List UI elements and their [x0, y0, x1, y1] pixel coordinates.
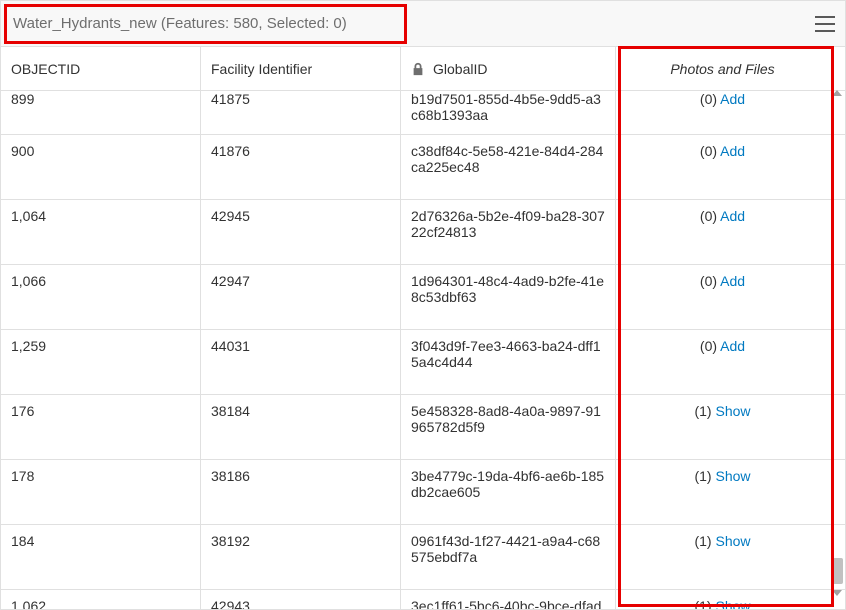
table-row[interactable]: 178381863be4779c-19da-4bf6-ae6b-185db2ca… [1, 460, 845, 525]
column-label: Facility Identifier [211, 61, 312, 77]
cell-objectid: 1,259 [1, 330, 201, 394]
menu-icon[interactable] [815, 16, 835, 32]
table-body: 89941875b19d7501-855d-4b5e-9dd5-a3c68b13… [1, 91, 845, 609]
cell-facility: 38186 [201, 460, 401, 524]
add-attachment-link[interactable]: Add [720, 143, 745, 159]
cell-facility: 42947 [201, 265, 401, 329]
cell-objectid: 900 [1, 135, 201, 199]
scrollbar[interactable] [830, 90, 844, 596]
table-row[interactable]: 1,259440313f043d9f-7ee3-4663-ba24-dff15a… [1, 330, 845, 395]
attachment-count: (1) [694, 533, 711, 549]
cell-photos: (0) Add [616, 265, 829, 329]
show-attachment-link[interactable]: Show [715, 598, 750, 609]
cell-photos: (1) Show [616, 525, 829, 589]
cell-photos: (0) Add [616, 91, 829, 134]
add-attachment-link[interactable]: Add [720, 91, 745, 107]
column-label: GlobalID [433, 61, 487, 77]
scroll-up-icon[interactable] [832, 90, 842, 96]
cell-objectid: 899 [1, 91, 201, 134]
cell-photos: (1) Show [616, 460, 829, 524]
column-label: OBJECTID [11, 61, 80, 77]
add-attachment-link[interactable]: Add [720, 208, 745, 224]
attribute-table-panel: Water_Hydrants_new (Features: 580, Selec… [0, 0, 846, 610]
table-row[interactable]: 1,064429452d76326a-5b2e-4f09-ba28-30722c… [1, 200, 845, 265]
column-header-objectid[interactable]: OBJECTID [1, 47, 201, 90]
cell-globalid: b19d7501-855d-4b5e-9dd5-a3c68b1393aa [401, 91, 616, 134]
cell-photos: (0) Add [616, 135, 829, 199]
cell-photos: (1) Show [616, 590, 829, 609]
column-header-facility[interactable]: Facility Identifier [201, 47, 401, 90]
attachment-count: (1) [694, 468, 711, 484]
cell-objectid: 1,062 [1, 590, 201, 609]
lock-icon [411, 62, 425, 76]
cell-globalid: 5e458328-8ad8-4a0a-9897-91965782d5f9 [401, 395, 616, 459]
cell-globalid: 3f043d9f-7ee3-4663-ba24-dff15a4c4d44 [401, 330, 616, 394]
cell-facility: 41875 [201, 91, 401, 134]
attachment-count: (0) [700, 338, 717, 354]
cell-globalid: 3ec1ff61-5bc6-40bc-9bce-dfad19834e40 [401, 590, 616, 609]
column-label: Photos and Files [670, 61, 774, 77]
cell-objectid: 184 [1, 525, 201, 589]
cell-globalid: 0961f43d-1f27-4421-a9a4-c68575ebdf7a [401, 525, 616, 589]
cell-globalid: 1d964301-48c4-4ad9-b2fe-41e8c53dbf63 [401, 265, 616, 329]
show-attachment-link[interactable]: Show [715, 403, 750, 419]
cell-objectid: 178 [1, 460, 201, 524]
cell-globalid: 2d76326a-5b2e-4f09-ba28-30722cf24813 [401, 200, 616, 264]
table-titlebar: Water_Hydrants_new (Features: 580, Selec… [1, 1, 845, 47]
cell-facility: 42945 [201, 200, 401, 264]
cell-facility: 42943 [201, 590, 401, 609]
attachment-count: (0) [700, 143, 717, 159]
cell-objectid: 1,064 [1, 200, 201, 264]
show-attachment-link[interactable]: Show [715, 468, 750, 484]
cell-globalid: 3be4779c-19da-4bf6-ae6b-185db2cae605 [401, 460, 616, 524]
attachment-count: (1) [694, 403, 711, 419]
cell-photos: (0) Add [616, 330, 829, 394]
cell-facility: 44031 [201, 330, 401, 394]
attachment-count: (0) [700, 208, 717, 224]
table-row[interactable]: 89941875b19d7501-855d-4b5e-9dd5-a3c68b13… [1, 91, 845, 135]
table-title: Water_Hydrants_new (Features: 580, Selec… [13, 15, 347, 32]
attachment-count: (1) [694, 598, 711, 609]
cell-facility: 38184 [201, 395, 401, 459]
attachment-count: (0) [700, 91, 717, 107]
cell-photos: (0) Add [616, 200, 829, 264]
cell-globalid: c38df84c-5e58-421e-84d4-284ca225ec48 [401, 135, 616, 199]
cell-objectid: 176 [1, 395, 201, 459]
scroll-down-icon[interactable] [832, 590, 842, 596]
cell-photos: (1) Show [616, 395, 829, 459]
add-attachment-link[interactable]: Add [720, 338, 745, 354]
scrollbar-thumb[interactable] [833, 558, 843, 584]
table-row[interactable]: 184381920961f43d-1f27-4421-a9a4-c68575eb… [1, 525, 845, 590]
table-header-row: OBJECTID Facility Identifier GlobalID Ph… [1, 47, 845, 91]
table-row[interactable]: 1,062429433ec1ff61-5bc6-40bc-9bce-dfad19… [1, 590, 845, 609]
show-attachment-link[interactable]: Show [715, 533, 750, 549]
add-attachment-link[interactable]: Add [720, 273, 745, 289]
cell-facility: 41876 [201, 135, 401, 199]
table-row[interactable]: 90041876c38df84c-5e58-421e-84d4-284ca225… [1, 135, 845, 200]
table-row[interactable]: 176381845e458328-8ad8-4a0a-9897-91965782… [1, 395, 845, 460]
attachment-count: (0) [700, 273, 717, 289]
cell-facility: 38192 [201, 525, 401, 589]
table-row[interactable]: 1,066429471d964301-48c4-4ad9-b2fe-41e8c5… [1, 265, 845, 330]
column-header-globalid[interactable]: GlobalID [401, 47, 616, 90]
cell-objectid: 1,066 [1, 265, 201, 329]
column-header-photos[interactable]: Photos and Files [616, 47, 829, 90]
